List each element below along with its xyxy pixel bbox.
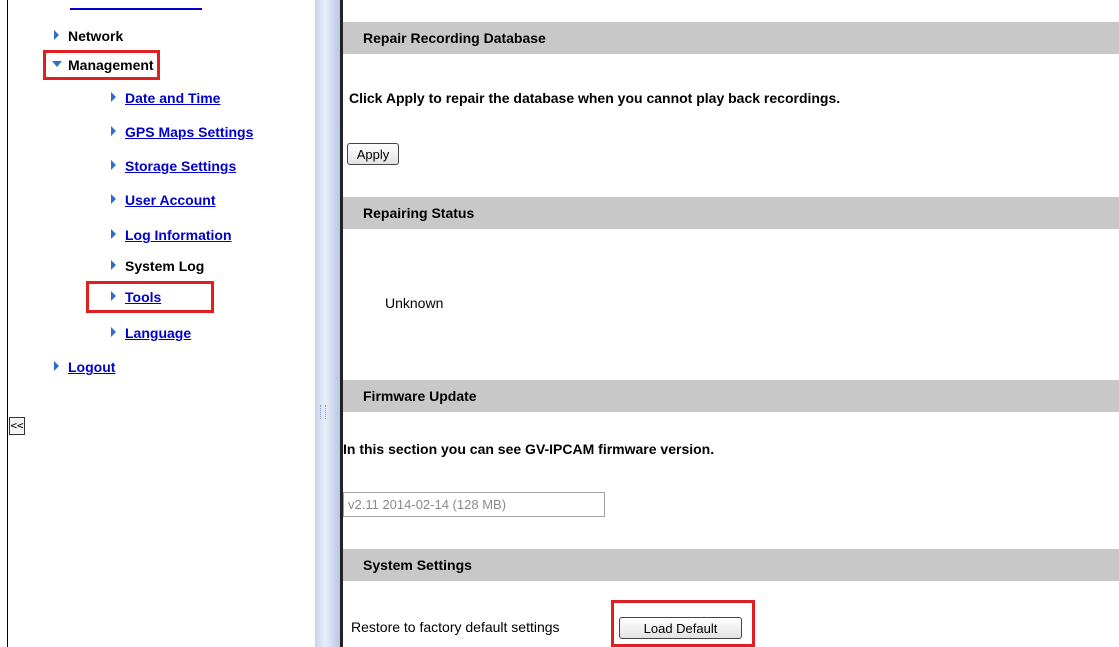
splitter-grip-icon[interactable] bbox=[320, 405, 326, 419]
sidebar-link-language[interactable]: Language bbox=[125, 325, 191, 341]
section-header-repair-database: Repair Recording Database bbox=[343, 22, 1119, 54]
sidebar-item-storage-settings[interactable]: Storage Settings bbox=[107, 156, 236, 176]
sidebar-left-border bbox=[7, 0, 8, 647]
sidebar-item-logout[interactable]: Logout bbox=[50, 357, 115, 377]
sidebar-link-log-information[interactable]: Log Information bbox=[125, 227, 232, 243]
sidebar-link-date-and-time[interactable]: Date and Time bbox=[125, 90, 220, 106]
section-header-firmware-update: Firmware Update bbox=[343, 380, 1119, 412]
sidebar-item-date-and-time[interactable]: Date and Time bbox=[107, 88, 220, 108]
sidebar-item-user-account[interactable]: User Account bbox=[107, 190, 216, 210]
sidebar-link-user-account[interactable]: User Account bbox=[125, 192, 216, 208]
firmware-version-field: v2.11 2014-02-14 (128 MB) bbox=[343, 492, 605, 517]
sidebar-item-system-log[interactable]: System Log bbox=[107, 256, 204, 276]
sidebar-item-label: System Log bbox=[125, 258, 205, 274]
expand-arrow-icon bbox=[107, 228, 121, 242]
restore-defaults-label: Restore to factory default settings bbox=[351, 619, 560, 635]
expand-arrow-icon bbox=[107, 125, 121, 139]
expand-arrow-icon bbox=[107, 91, 121, 105]
expand-arrow-icon bbox=[50, 360, 64, 374]
sidebar-item-language[interactable]: Language bbox=[107, 323, 191, 343]
repair-instruction-text: Click Apply to repair the database when … bbox=[349, 90, 841, 106]
expand-arrow-icon bbox=[50, 29, 64, 43]
main-content: Repair Recording Database Click Apply to… bbox=[343, 0, 1119, 647]
section-header-system-settings: System Settings bbox=[343, 549, 1119, 581]
expand-arrow-icon bbox=[107, 326, 121, 340]
highlight-box-load-default bbox=[611, 600, 755, 647]
expand-arrow-icon bbox=[107, 159, 121, 173]
sidebar-link-gps-maps-settings[interactable]: GPS Maps Settings bbox=[125, 124, 253, 140]
section-header-repairing-status: Repairing Status bbox=[343, 197, 1119, 229]
sidebar-item-partial[interactable] bbox=[70, 0, 202, 12]
collapse-sidebar-button[interactable]: << bbox=[9, 417, 25, 435]
highlight-box-tools bbox=[86, 281, 214, 313]
sidebar-item-network[interactable]: Network bbox=[50, 26, 123, 46]
sidebar-link-logout[interactable]: Logout bbox=[68, 359, 115, 375]
firmware-description-text: In this section you can see GV-IPCAM fir… bbox=[343, 441, 715, 457]
panel-splitter[interactable] bbox=[315, 0, 340, 647]
sidebar-link-storage-settings[interactable]: Storage Settings bbox=[125, 158, 236, 174]
sidebar: Network Management Date and Time GPS Map… bbox=[0, 0, 315, 647]
expand-arrow-icon bbox=[107, 193, 121, 207]
sidebar-item-gps-maps-settings[interactable]: GPS Maps Settings bbox=[107, 122, 253, 142]
expand-arrow-icon bbox=[107, 259, 121, 273]
apply-button[interactable]: Apply bbox=[347, 143, 399, 165]
highlight-box-management bbox=[43, 50, 160, 80]
repair-status-value: Unknown bbox=[385, 295, 444, 311]
sidebar-item-label: Network bbox=[68, 28, 124, 44]
sidebar-item-log-information[interactable]: Log Information bbox=[107, 225, 232, 245]
